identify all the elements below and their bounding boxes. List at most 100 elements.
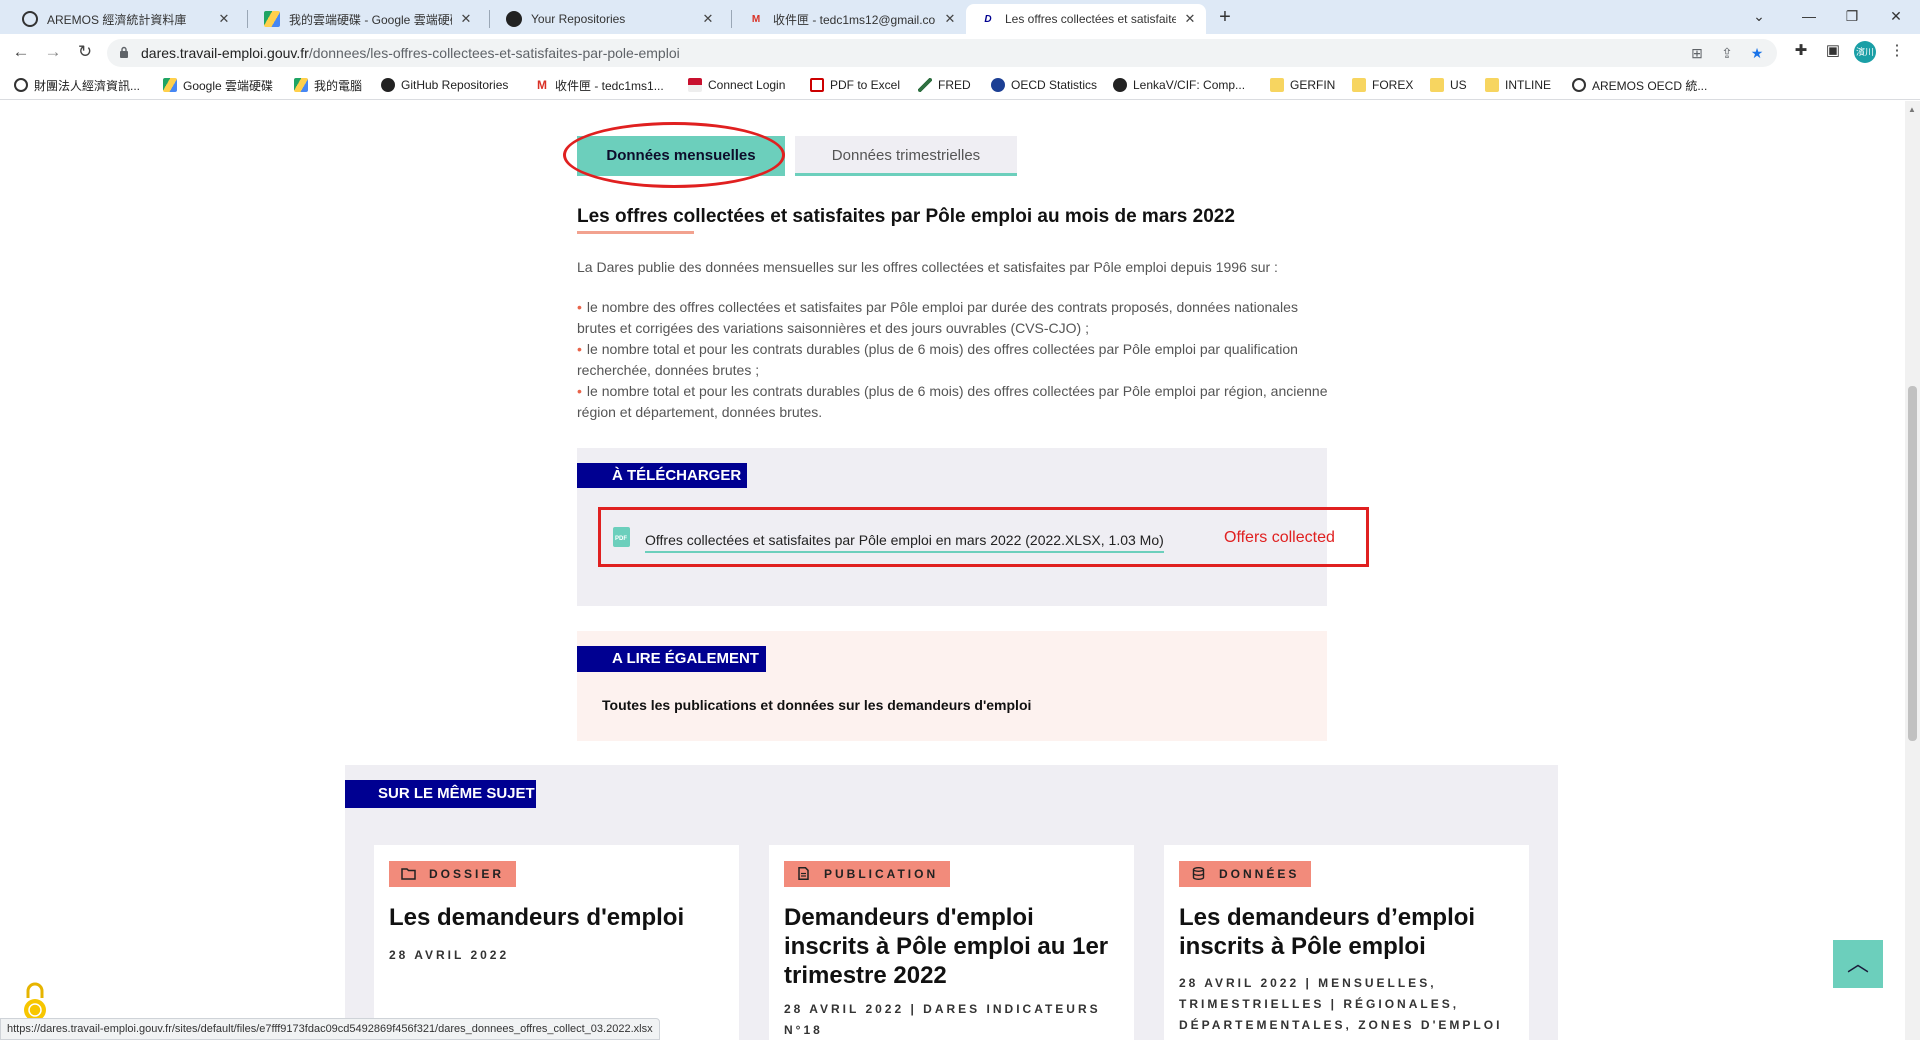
bookmark-item[interactable]: Connect Login (688, 76, 785, 94)
download-section-tag: À TÉLÉCHARGER (577, 463, 747, 488)
close-tab-icon[interactable]: ✕ (458, 11, 474, 27)
close-tab-icon[interactable]: ✕ (942, 11, 958, 27)
back-button[interactable]: ← (9, 40, 33, 64)
tab-title: Your Repositories (531, 12, 626, 26)
bookmark-label: 收件匣 - tedc1ms1... (555, 78, 664, 93)
bookmark-label: 財團法人經濟資訊... (34, 78, 141, 93)
browser-tab[interactable]: Your Repositories ✕ (492, 4, 724, 34)
bookmark-item[interactable]: M 收件匣 - tedc1ms1... (535, 76, 664, 94)
bookmark-item[interactable]: 我的電腦 (294, 76, 362, 94)
bookmark-label: GERFIN (1290, 78, 1336, 92)
read-also-link[interactable]: Toutes les publications et données sur l… (602, 697, 1031, 713)
side-panel-icon[interactable]: ▣ (1822, 40, 1844, 62)
bookmark-item[interactable]: GitHub Repositories (381, 76, 508, 94)
bookmark-item[interactable]: AREMOS OECD 統... (1572, 76, 1707, 94)
bookmark-folder[interactable]: US (1430, 76, 1467, 94)
lock-icon[interactable] (119, 46, 129, 58)
bookmark-folder[interactable]: INTLINE (1485, 76, 1551, 94)
bookmark-label: 我的電腦 (314, 78, 363, 93)
scrollbar-thumb[interactable] (1908, 386, 1917, 741)
bookmark-label: Google 雲端硬碟 (183, 78, 274, 93)
browser-tab[interactable]: M 收件匣 - tedc1ms12@gmail.com ✕ (734, 4, 966, 34)
card-title[interactable]: Les demandeurs d’emploi inscrits à Pôle … (1179, 903, 1519, 961)
close-tab-icon[interactable]: ✕ (1182, 11, 1198, 27)
bookmark-item[interactable]: OECD Statistics (991, 76, 1097, 94)
url-path: /donnees/les-offres-collectees-et-satisf… (308, 45, 680, 61)
same-subject-tag: SUR LE MÊME SUJET (345, 780, 536, 808)
related-card[interactable]: DOSSIER Les demandeurs d'emploi 28 AVRIL… (374, 845, 739, 1040)
url-text[interactable]: dares.travail-emploi.gouv.fr/donnees/les… (141, 45, 680, 61)
minimize-button[interactable]: — (1795, 4, 1823, 28)
back-to-top-button[interactable]: ︿ (1833, 940, 1883, 988)
address-bar[interactable]: dares.travail-emploi.gouv.fr/donnees/les… (107, 39, 1777, 67)
translate-icon[interactable]: ⊞ (1688, 44, 1706, 62)
related-card[interactable]: DONNÉES Les demandeurs d’emploi inscrits… (1164, 845, 1529, 1040)
intro-text: La Dares publie des données mensuelles s… (577, 259, 1278, 275)
bullet-list: • le nombre des offres collectées et sati… (577, 297, 1337, 423)
browser-tab[interactable]: 我的雲端硬碟 - Google 雲端硬碟 ✕ (250, 4, 482, 34)
card-badge: DONNÉES (1179, 861, 1312, 887)
browser-tab-active[interactable]: D Les offres collectées et satisfaites ✕ (966, 4, 1206, 34)
fred-icon (918, 78, 932, 92)
card-title[interactable]: Les demandeurs d'emploi (389, 903, 729, 932)
close-tab-icon[interactable]: ✕ (216, 11, 232, 27)
read-also-tag: A LIRE ÉGALEMENT (577, 646, 766, 672)
bookmark-item[interactable]: PDF to Excel (810, 76, 900, 94)
bullet-dot-icon: • (577, 299, 582, 315)
bookmark-label: OECD Statistics (1011, 78, 1098, 92)
gmail-icon: M (751, 13, 761, 25)
tab-search-chevron-icon[interactable]: ⌄ (1745, 4, 1773, 28)
folder-icon (1430, 78, 1444, 92)
bookmarks-bar: 財團法人經濟資訊... Google 雲端硬碟 我的電腦 GitHub Repo… (0, 70, 1920, 100)
restore-button[interactable]: ❐ (1838, 4, 1866, 28)
card-badge: PUBLICATION (784, 861, 951, 887)
bookmark-label: INTLINE (1505, 78, 1552, 92)
bookmark-item[interactable]: 財團法人經濟資訊... (14, 76, 140, 94)
new-tab-button[interactable]: + (1213, 6, 1237, 29)
folder-icon (1270, 78, 1284, 92)
bookmark-folder[interactable]: GERFIN (1270, 76, 1335, 94)
bookmark-label: Connect Login (708, 78, 786, 92)
globe-icon (22, 11, 38, 27)
tab-title: 我的雲端硬碟 - Google 雲端硬碟 (289, 12, 452, 27)
page-scrollbar[interactable]: ▲ (1905, 101, 1920, 1040)
github-icon (1113, 78, 1127, 92)
card-meta: 28 AVRIL 2022 (389, 948, 510, 962)
profile-avatar[interactable]: 濱川 (1854, 41, 1876, 63)
menu-kebab-icon[interactable]: ⋮ (1886, 40, 1908, 62)
bookmark-label: PDF to Excel (830, 78, 901, 92)
card-badge-label: DONNÉES (1219, 867, 1300, 881)
bullet-dot-icon: • (577, 341, 582, 357)
bullet-item: • le nombre total et pour les contrats du… (577, 381, 1337, 423)
close-tab-icon[interactable]: ✕ (700, 11, 716, 27)
bookmark-label: GitHub Repositories (401, 78, 509, 92)
browser-tab[interactable]: AREMOS 經濟統計資料庫 ✕ (8, 4, 240, 34)
status-bar-url: https://dares.travail-emploi.gouv.fr/sit… (0, 1018, 660, 1040)
pdf-icon (810, 78, 824, 92)
tab-title: AREMOS 經濟統計資料庫 (47, 12, 187, 27)
card-title[interactable]: Demandeurs d'emploi inscrits à Pôle empl… (784, 903, 1124, 990)
bookmark-label: LenkaV/CIF: Comp... (1133, 78, 1246, 92)
bookmark-item[interactable]: FRED (918, 76, 971, 94)
web-page: Données mensuelles Données trimestrielle… (0, 101, 1905, 1040)
close-window-button[interactable]: ✕ (1882, 4, 1910, 28)
browser-toolbar: ← → ↻ dares.travail-emploi.gouv.fr/donne… (0, 34, 1920, 70)
forward-button[interactable]: → (41, 40, 65, 64)
accessibility-lock-icon[interactable] (20, 980, 50, 1022)
extensions-puzzle-icon[interactable]: ✚ (1790, 40, 1812, 62)
bookmark-item[interactable]: Google 雲端硬碟 (163, 76, 273, 94)
globe-icon (1572, 78, 1586, 92)
bookmark-star-icon[interactable]: ★ (1748, 44, 1766, 62)
dares-icon: D (984, 13, 992, 25)
gmail-icon: M (537, 78, 547, 92)
related-card[interactable]: PUBLICATION Demandeurs d'emploi inscrits… (769, 845, 1134, 1040)
share-icon[interactable]: ⇪ (1718, 44, 1736, 62)
google-drive-icon (294, 78, 308, 92)
bookmark-folder[interactable]: FOREX (1352, 76, 1413, 94)
tab-quarterly-data[interactable]: Données trimestrielles (795, 136, 1017, 176)
reload-button[interactable]: ↻ (73, 40, 97, 64)
tab-title: Les offres collectées et satisfaites (1005, 12, 1176, 26)
scroll-up-arrow-icon[interactable]: ▲ (1908, 105, 1916, 114)
bookmark-item[interactable]: LenkaV/CIF: Comp... (1113, 76, 1245, 94)
google-drive-icon (264, 11, 280, 27)
